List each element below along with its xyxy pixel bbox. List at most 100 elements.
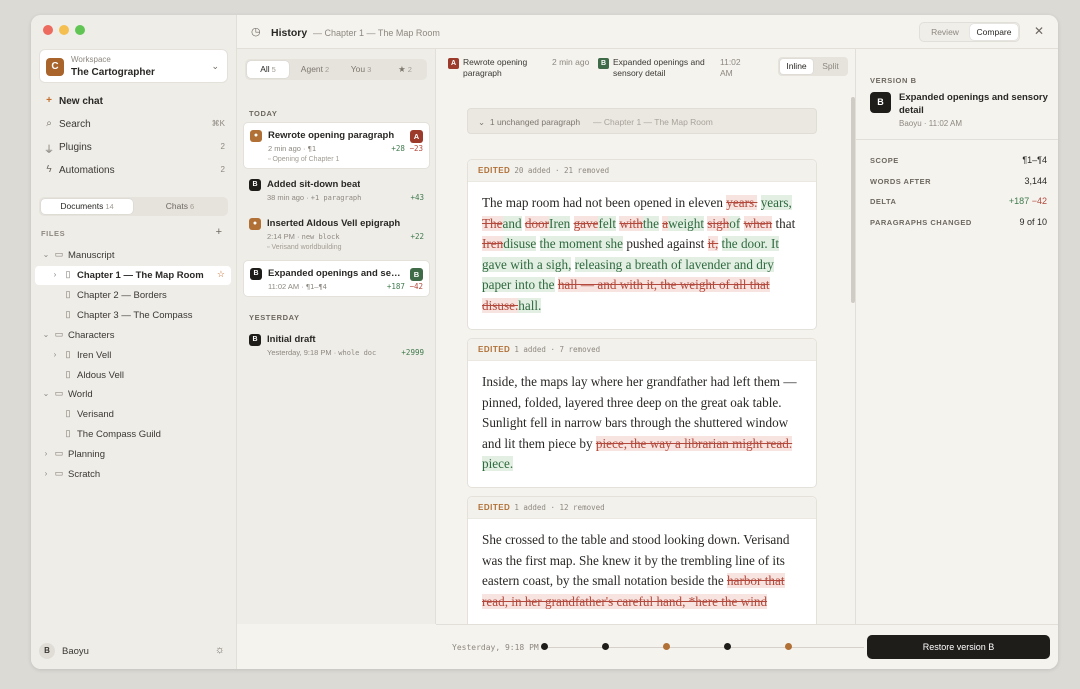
stat-words-after: WORDS AFTER 3,144 (870, 175, 1047, 189)
tree-file-aldous-vell[interactable]: ▯ Aldous Vell (35, 366, 231, 385)
version-a-time: 2 min ago (552, 57, 590, 67)
history-item[interactable]: B Added sit-down beat 38 min ago · +1 pa… (243, 172, 430, 208)
filter-count: 3 (367, 65, 372, 74)
paragraph-body: The map room had not been opened in elev… (468, 182, 816, 329)
filter-label: Agent (300, 64, 324, 74)
version-b-badge: B (410, 268, 423, 281)
search-shortcut: ⌘K (211, 119, 225, 128)
tab-documents-label: Documents (60, 201, 104, 211)
tree-folder-manuscript[interactable]: ⌄ ▭ Manuscript (35, 246, 231, 265)
minimize-window-button[interactable] (59, 25, 69, 35)
automations-button[interactable]: ϟ Automations 2 (43, 162, 225, 180)
chevron-right-icon[interactable]: › (41, 449, 51, 458)
chevron-down-icon[interactable]: ⌄ (41, 330, 51, 339)
app-window: C Workspace The Cartographer ⌄ + New cha… (31, 15, 1058, 669)
filter-you[interactable]: You 3 (341, 61, 381, 78)
history-item[interactable]: ● Rewrote opening paragraph 2 min ago · … (243, 122, 430, 169)
history-item-stats: +187 −42 (387, 282, 423, 291)
page-subtitle: — Chapter 1 — The Map Room (313, 28, 440, 38)
version-a-title: Rewrote opening paragraph (463, 57, 528, 78)
settings-icon[interactable]: ☼ (215, 644, 225, 656)
tree-file-verisand[interactable]: ▯ Verisand (35, 405, 231, 424)
add-file-button[interactable]: + (216, 226, 222, 238)
sidebar: C Workspace The Cartographer ⌄ + New cha… (31, 15, 237, 669)
timeline-point[interactable] (724, 643, 731, 650)
tab-chats[interactable]: Chats 6 (134, 199, 226, 214)
mode-toggle: Review Compare (919, 22, 1020, 42)
history-item[interactable]: B Expanded openings and sensory detail 1… (243, 260, 430, 297)
chevron-down-icon: ⌄ (211, 61, 219, 71)
avatar: B (39, 643, 55, 659)
timeline-point[interactable] (663, 643, 670, 650)
added-count: +43 (410, 193, 424, 202)
filter-all[interactable]: All 5 (247, 61, 289, 78)
history-item-meta: 38 min ago · +1 paragraph (267, 193, 362, 202)
tab-documents[interactable]: Documents 14 (41, 199, 133, 214)
tree-folder-world[interactable]: ⌄ ▭ World (35, 385, 231, 404)
workspace-switcher[interactable]: C Workspace The Cartographer ⌄ (39, 49, 228, 83)
tree-file-chapter-3[interactable]: ▯ Chapter 3 — The Compass (35, 306, 231, 325)
group-yesterday: YESTERDAY (249, 313, 300, 322)
tree-file-chapter-1[interactable]: › ▯ Chapter 1 — The Map Room ☆ (35, 266, 231, 285)
tree-file-compass-guild[interactable]: ▯ The Compass Guild (35, 425, 231, 444)
history-item-tag: ▫ Opening of Chapter 1 (268, 156, 340, 163)
zoom-window-button[interactable] (75, 25, 85, 35)
chevron-down-icon[interactable]: ⌄ (41, 250, 51, 259)
chevron-right-icon[interactable]: › (50, 270, 60, 279)
timeline-point[interactable] (602, 643, 609, 650)
chevron-right-icon[interactable]: › (41, 469, 51, 478)
user-icon: B (249, 179, 261, 191)
star-icon[interactable]: ☆ (217, 269, 225, 280)
user-name: Baoyu (62, 646, 89, 657)
filter-agent[interactable]: Agent 2 (293, 61, 337, 78)
close-window-button[interactable] (43, 25, 53, 35)
history-item-scope: ¶1–¶4 (305, 283, 327, 291)
automations-label: Automations (59, 165, 115, 176)
plug-icon: ⏚ (44, 145, 54, 156)
user-profile[interactable]: B Baoyu ☼ (39, 641, 229, 661)
history-item-time: Yesterday, 9:18 PM (267, 348, 332, 357)
plugins-button[interactable]: ⏚ Plugins 2 (43, 139, 225, 157)
search-button[interactable]: ⌕ Search ⌘K (43, 116, 225, 134)
plus-icon: + (46, 95, 52, 106)
edited-label: EDITED (478, 503, 511, 512)
document-icon: ▯ (65, 269, 71, 279)
tree-folder-planning[interactable]: › ▭ Planning (35, 445, 231, 464)
chevron-right-icon[interactable]: › (50, 350, 60, 359)
timeline-point[interactable] (541, 643, 548, 650)
timeline-point[interactable] (785, 643, 792, 650)
tree-folder-scratch[interactable]: › ▭ Scratch (35, 465, 231, 484)
unchanged-label: ⌄ 1 unchanged paragraph (478, 117, 581, 127)
files-header: FILES (41, 229, 66, 238)
tree-file-iren-vell[interactable]: › ▯ Iren Vell (35, 346, 231, 365)
split-button[interactable]: Split (814, 59, 847, 74)
new-chat-label: New chat (59, 96, 103, 107)
version-panel: VERSION B B Expanded openings and sensor… (855, 49, 1058, 624)
stat-value: 3,144 (1024, 176, 1047, 186)
review-button[interactable]: Review (921, 24, 969, 40)
unchanged-paragraph-toggle[interactable]: ⌄ 1 unchanged paragraph — Chapter 1 — Th… (467, 108, 817, 134)
history-item-time: 11:02 AM (268, 282, 300, 291)
close-icon[interactable]: ✕ (1034, 24, 1044, 38)
tree-folder-characters[interactable]: ⌄ ▭ Characters (35, 326, 231, 345)
history-item-time: 38 min ago (267, 193, 305, 202)
chevron-down-icon[interactable]: ⌄ (41, 389, 51, 398)
history-item-title: Rewrote opening paragraph (268, 130, 395, 141)
group-today: TODAY (249, 109, 278, 118)
filter-count: 2 (325, 65, 330, 74)
history-item[interactable]: ● Inserted Aldous Vell epigraph 2:14 PM … (243, 211, 430, 255)
tree-label: Verisand (77, 409, 114, 420)
stat-key: DELTA (870, 197, 897, 206)
version-a-badge: A (448, 58, 459, 69)
history-item[interactable]: B Initial draft Yesterday, 9:18 PM · who… (243, 327, 430, 363)
tree-label: Characters (68, 330, 115, 341)
inline-button[interactable]: Inline (780, 59, 813, 74)
version-b-badge: B (598, 58, 609, 69)
new-chat-button[interactable]: + New chat (43, 93, 225, 111)
edited-label: EDITED (478, 166, 511, 175)
compare-button[interactable]: Compare (970, 24, 1018, 40)
restore-version-button[interactable]: Restore version B (867, 635, 1050, 659)
timeline-track[interactable] (544, 647, 864, 648)
tree-file-chapter-2[interactable]: ▯ Chapter 2 — Borders (35, 286, 231, 305)
filter-starred[interactable]: ★ 2 (385, 61, 425, 78)
